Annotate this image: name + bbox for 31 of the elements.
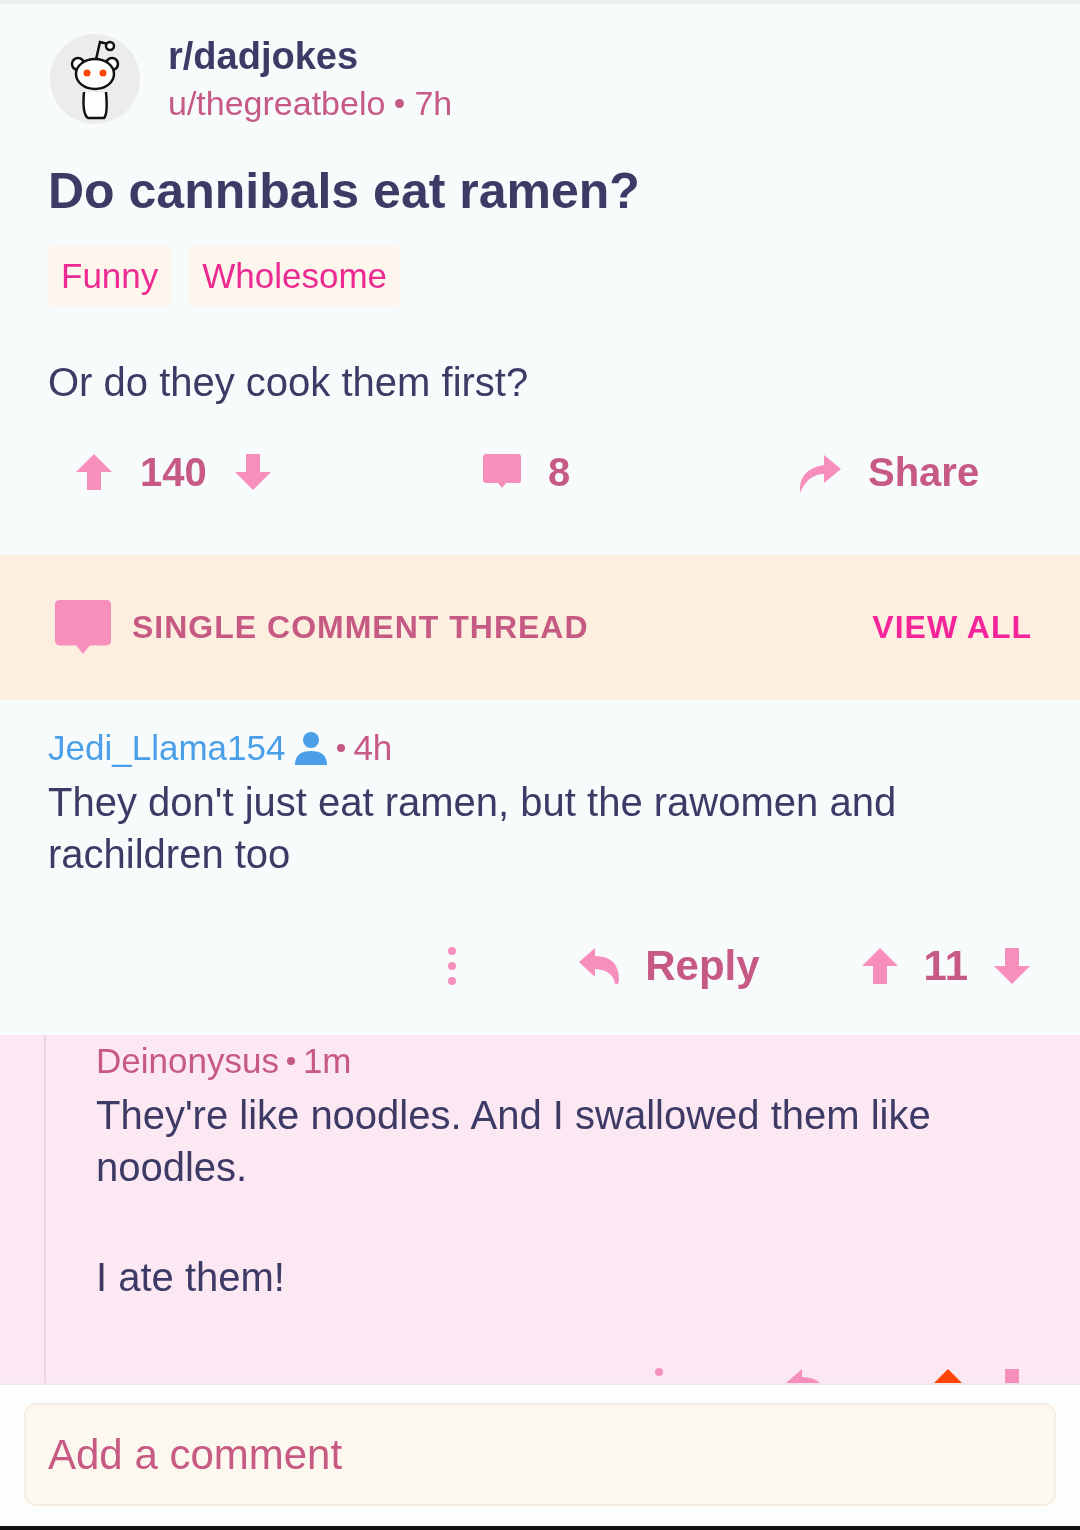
thread-label: SINGLE COMMENT THREAD: [132, 609, 590, 646]
post-time: 7h: [414, 84, 453, 123]
mascot-avatar-icon: [50, 34, 140, 124]
upvote-icon[interactable]: [74, 452, 114, 492]
comment-time: 4h: [353, 728, 393, 768]
subreddit-name[interactable]: r/dadjokes: [168, 35, 453, 78]
vote-count: 11: [923, 942, 968, 990]
share-button[interactable]: Share: [868, 449, 980, 495]
comment-author[interactable]: Jedi_Llama154: [48, 728, 286, 768]
view-all-link[interactable]: VIEW ALL: [872, 609, 1032, 646]
flair-tag[interactable]: Funny: [48, 246, 172, 306]
comment-count: 8: [548, 449, 571, 495]
comment-input-field[interactable]: Add a comment: [24, 1403, 1056, 1506]
post-author[interactable]: u/thegreatbelo: [168, 84, 386, 123]
separator-dot-icon: [286, 1057, 295, 1065]
person-icon: [293, 730, 330, 766]
separator-dot-icon: [395, 99, 405, 108]
more-options-icon[interactable]: [447, 946, 458, 986]
flair-tag[interactable]: Wholesome: [189, 246, 401, 306]
comment-text: They don't just eat ramen, but the rawomen and rachildren too: [48, 779, 898, 878]
separator-dot-icon: [337, 744, 346, 752]
comment-text: I ate them!: [96, 1254, 286, 1301]
comment-text: They're like noodles. And I swallowed them like noodles.: [96, 1092, 932, 1191]
comment-author[interactable]: Deinonysus: [96, 1041, 279, 1081]
downvote-icon[interactable]: [992, 946, 1032, 986]
reply-icon[interactable]: [577, 946, 622, 986]
vote-count: 140: [140, 449, 207, 495]
post-body: Or do they cook them first?: [48, 360, 530, 405]
comment-time: 1m: [302, 1041, 352, 1081]
reply-button[interactable]: Reply: [645, 942, 760, 990]
post-title: Do cannibals eat ramen?: [48, 162, 641, 220]
